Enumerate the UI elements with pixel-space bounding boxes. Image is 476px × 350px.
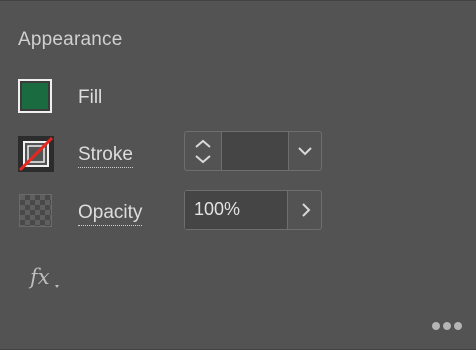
stroke-weight-stepper-arrows[interactable] bbox=[185, 132, 222, 170]
stroke-none-icon bbox=[18, 136, 54, 172]
section-title: Appearance bbox=[18, 29, 123, 50]
opacity-swatch bbox=[19, 194, 52, 227]
fx-icon: fx bbox=[30, 265, 50, 289]
opacity-slider-button[interactable] bbox=[289, 191, 321, 229]
opacity-input[interactable]: 100% bbox=[185, 191, 288, 229]
fill-swatch[interactable] bbox=[18, 79, 52, 113]
opacity-control: 100% bbox=[184, 190, 322, 230]
chevron-right-icon bbox=[302, 203, 311, 217]
stroke-weight-dropdown-button[interactable] bbox=[289, 132, 321, 170]
stroke-weight-input[interactable] bbox=[222, 132, 289, 170]
chevron-up-icon bbox=[195, 139, 211, 148]
more-options-button[interactable] bbox=[431, 319, 463, 333]
stroke-label[interactable]: Stroke bbox=[78, 144, 133, 168]
stroke-weight-stepper bbox=[184, 131, 322, 171]
caret-down-icon bbox=[55, 285, 59, 288]
stroke-swatch[interactable] bbox=[18, 136, 54, 172]
chevron-down-icon bbox=[298, 147, 312, 156]
opacity-label[interactable]: Opacity bbox=[78, 202, 143, 226]
appearance-panel: Appearance Fill Stroke Opacity 100% fx bbox=[0, 0, 476, 350]
fx-button[interactable]: fx bbox=[30, 263, 64, 293]
fill-label: Fill bbox=[78, 87, 103, 108]
chevron-down-icon bbox=[195, 155, 211, 164]
